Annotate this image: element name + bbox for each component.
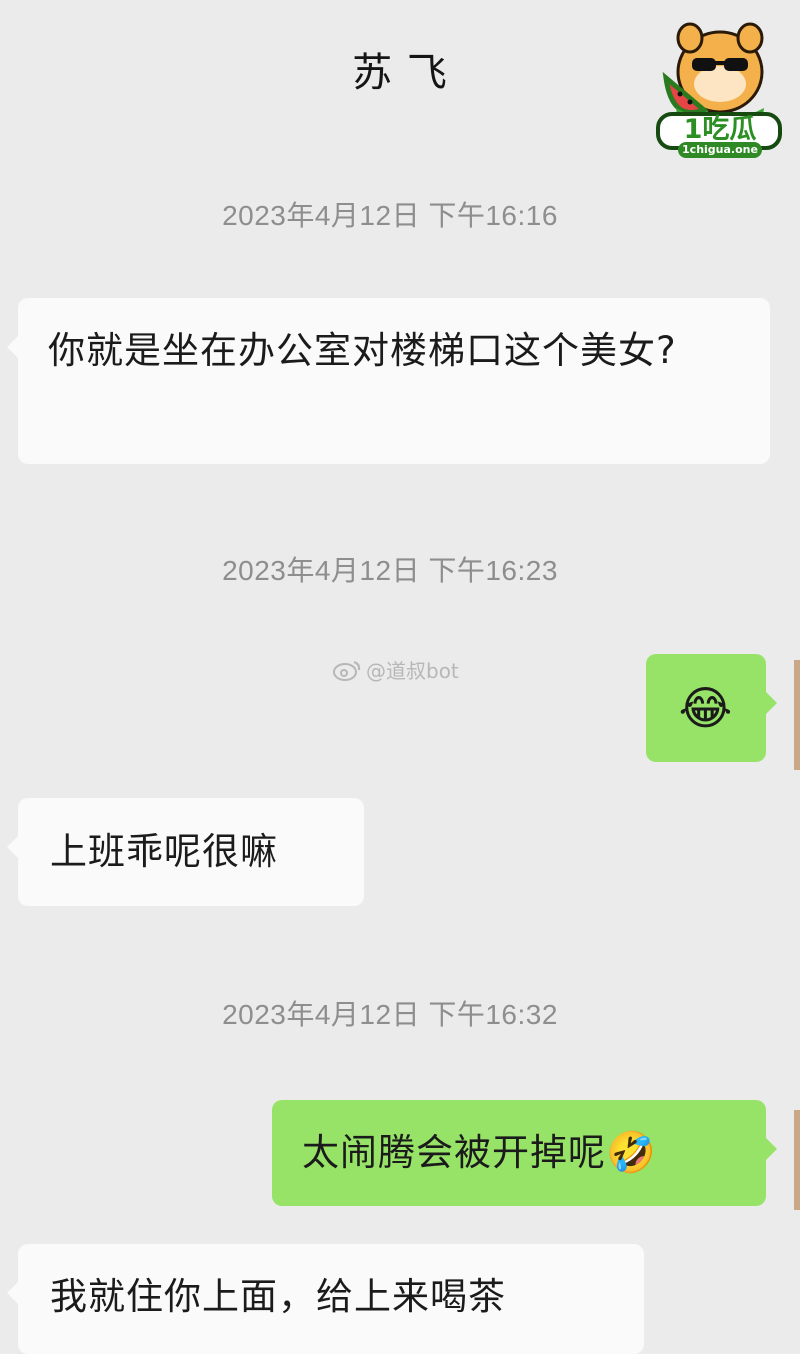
outgoing-message-bubble[interactable]: 太闹腾会被开掉呢 🤣 (272, 1100, 777, 1206)
logo-subtext: 1chigua.one (682, 143, 758, 156)
incoming-message-bubble[interactable]: 你就是坐在办公室对楼梯口这个美女? (7, 298, 770, 464)
avatar-edge (794, 660, 800, 770)
weibo-watermark: @道叔bot (332, 655, 459, 684)
site-logo: 1吃瓜 1chigua.one (650, 14, 786, 164)
incoming-message-bubble[interactable]: 上班乖呢很嘛 (7, 798, 364, 906)
tears-of-joy-emoji-icon: 😂 (678, 681, 734, 735)
message-text: 你就是坐在办公室对楼梯口这个美女? (48, 329, 677, 372)
outgoing-message-bubble[interactable]: 😂 (646, 654, 777, 762)
avatar-edge (794, 1110, 800, 1210)
watermark-text: @道叔bot (366, 659, 459, 683)
weibo-icon (333, 660, 361, 681)
message-text: 我就住你上面，给上来喝茶 (50, 1275, 506, 1318)
message-timestamp: 2023年4月12日 下午16:32 (222, 999, 558, 1030)
logo-text: 1吃瓜 (683, 114, 757, 145)
rolling-laugh-emoji-icon: 🤣 (606, 1130, 657, 1176)
message-text: 上班乖呢很嘛 (50, 830, 278, 873)
message-text: 太闹腾会被开掉呢 (302, 1131, 606, 1174)
message-timestamp: 2023年4月12日 下午16:23 (222, 555, 558, 586)
message-timestamp: 2023年4月12日 下午16:16 (222, 200, 558, 231)
incoming-message-bubble[interactable]: 我就住你上面，给上来喝茶 (7, 1244, 644, 1354)
